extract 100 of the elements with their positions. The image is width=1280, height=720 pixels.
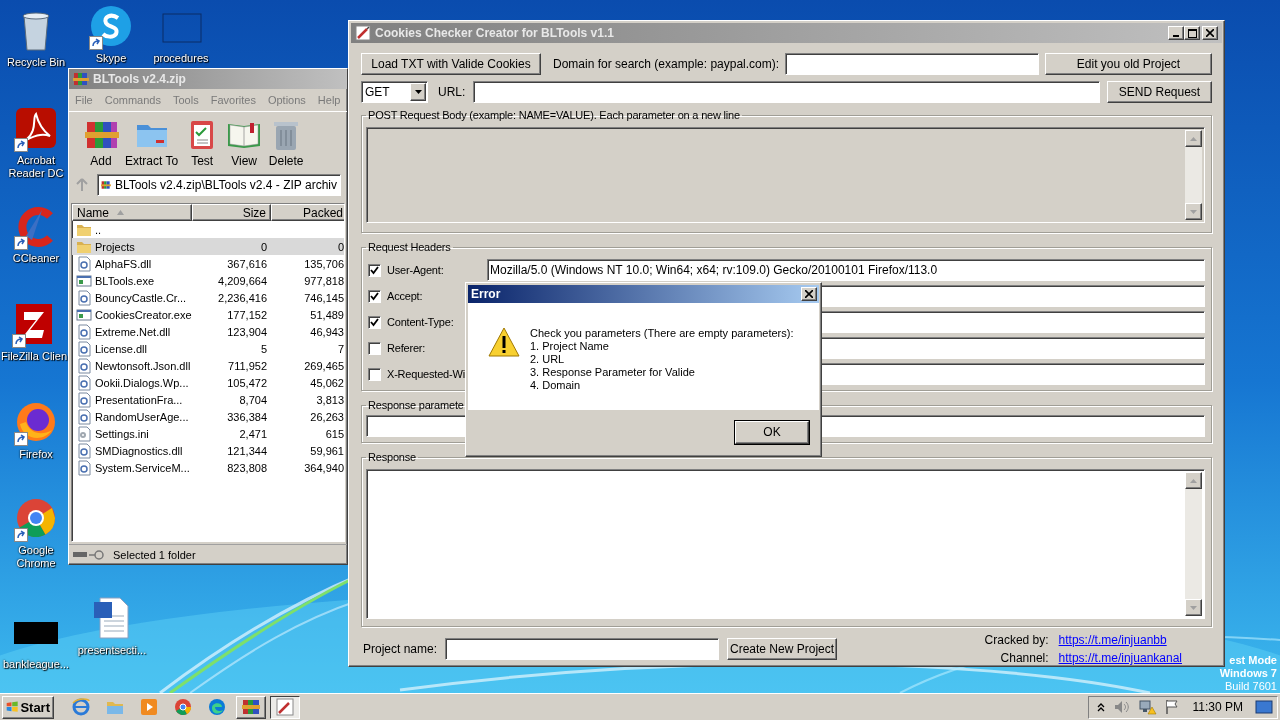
column-header[interactable]: Size — [192, 204, 271, 221]
domain-field[interactable] — [785, 53, 1039, 75]
error-message: Check you parameters (There are empty parameters): 1. Project Name 2. URL 3. Response Parameter for Valide 4. Domain — [530, 327, 794, 392]
packed-size: 364,940 — [303, 461, 344, 474]
library-file-icon — [76, 357, 92, 374]
clock: 11:30 PM — [1192, 700, 1243, 714]
url-field[interactable] — [473, 81, 1100, 103]
column-header[interactable]: Name — [72, 204, 192, 221]
credit-link[interactable]: https://t.me/injuanbb — [1058, 633, 1182, 647]
system-watermark-text: est Mode — [1229, 654, 1277, 667]
create-project-button[interactable]: Create New Project — [727, 638, 838, 660]
windows-flag-icon — [6, 699, 19, 715]
file-name: Extreme.Net.dll — [95, 325, 171, 338]
desktop-icon-label[interactable]: Skype — [95, 52, 127, 65]
close-button[interactable] — [1202, 26, 1218, 40]
browser-icon — [71, 697, 91, 717]
group-label: Response — [367, 451, 417, 463]
taskbar-button[interactable] — [270, 695, 300, 719]
network-warning-icon[interactable] — [1138, 699, 1157, 715]
send-button[interactable]: SEND Request — [1107, 81, 1212, 103]
file-row[interactable]: SMDiagnostics.dll 121,344 59,961 — [72, 442, 344, 459]
method-dropdown[interactable]: GET — [361, 81, 428, 103]
file-row[interactable]: AlphaFS.dll 367,616 135,706 — [72, 255, 344, 272]
packed-size: 45,062 — [309, 376, 344, 389]
file-row[interactable]: BLTools.exe 4,209,664 977,818 — [72, 272, 344, 289]
toolbar-button[interactable]: Extract To — [125, 116, 179, 168]
minimize-button[interactable] — [1168, 26, 1184, 40]
start-button[interactable]: Start — [2, 695, 54, 719]
checkbox[interactable] — [368, 263, 381, 277]
chevron-up-icon[interactable] — [1096, 702, 1105, 712]
desktop-icon-label[interactable]: FileZilla Clien — [1, 350, 67, 363]
desktop-icon-label[interactable]: CCleaner — [12, 252, 60, 265]
file-row[interactable]: PresentationFra... 8,704 3,813 — [72, 391, 344, 408]
toolbar-button[interactable]: Delete — [268, 116, 305, 168]
file-row[interactable]: Newtonsoft.Json.dll 711,952 269,465 — [72, 357, 344, 374]
group-label: POST Request Body (example: NAME=VALUE). Each parameter on a new line — [367, 109, 741, 121]
header-value: Mozilla/5.0 (Windows NT 10.0; Win64; x64; rv:109.0) Gecko/20100101 Firefox/113.0 — [490, 263, 938, 277]
caret-icon — [414, 90, 422, 94]
library-file-icon — [76, 340, 92, 357]
desktop-icon-label[interactable]: Recycle Bin — [6, 56, 66, 69]
packed-size: 46,943 — [309, 325, 344, 338]
header-field[interactable]: Mozilla/5.0 (Windows NT 10.0; Win64; x64; rv:109.0) Gecko/20100101 Firefox/113.0 — [487, 259, 1205, 281]
close-icon — [1206, 29, 1214, 37]
packed-size: 746,145 — [303, 291, 344, 304]
credit-link[interactable]: https://t.me/injuankanal — [1058, 651, 1182, 665]
file-size: 123,904 — [226, 325, 268, 338]
file-row[interactable]: Ookii.Dialogs.Wp... 105,472 45,062 — [72, 374, 344, 391]
group-label: Response paramete — [367, 399, 465, 411]
file-row[interactable]: Projects 0 0 — [72, 238, 344, 255]
path-field[interactable]: BLTools v2.4.zip\BLTools v2.4 - ZIP archiv — [97, 174, 341, 196]
file-name: System.ServiceM... — [95, 461, 190, 474]
maximize-icon — [1187, 28, 1197, 38]
checkbox[interactable] — [368, 289, 381, 303]
file-row[interactable]: Extreme.Net.dll 123,904 46,943 — [72, 323, 344, 340]
maximize-button[interactable] — [1184, 26, 1200, 40]
dialog-title: Error — [471, 287, 501, 301]
checkbox[interactable] — [368, 341, 381, 355]
library-file-icon — [76, 289, 92, 306]
file-row[interactable]: CookiesCreator.exe 177,152 51,489 — [72, 306, 344, 323]
close-button[interactable] — [801, 287, 817, 301]
file-size: 105,472 — [226, 376, 268, 389]
checkbox[interactable] — [368, 367, 381, 381]
browser-icon — [207, 697, 227, 717]
file-row[interactable]: RandomUserAge... 336,384 26,263 — [72, 408, 344, 425]
project-name-field[interactable] — [445, 638, 720, 660]
drive-key-icon — [73, 548, 107, 561]
pen-app-icon — [275, 697, 295, 717]
archive-app-icon — [73, 71, 89, 87]
file-row[interactable]: .. — [72, 221, 344, 238]
file-name: SMDiagnostics.dll — [95, 444, 183, 457]
file-name: Newtonsoft.Json.dll — [95, 359, 191, 372]
edit-project-button[interactable]: Edit you old Project — [1045, 53, 1212, 75]
checkbox[interactable] — [368, 315, 381, 329]
pen-app-icon — [355, 25, 371, 41]
file-row[interactable]: System.ServiceM... 823,808 364,940 — [72, 459, 344, 476]
file-size: 0 — [259, 240, 268, 253]
desktop-icon-label[interactable]: Acrobat Reader DC — [2, 154, 70, 180]
desktop-icon-label[interactable]: Firefox — [19, 448, 53, 461]
file-row[interactable]: Settings.ini 2,471 615 — [72, 425, 344, 442]
credit-label: Cracked by: — [984, 633, 1049, 647]
file-row[interactable]: BouncyCastle.Cr... 2,236,416 746,145 — [72, 289, 344, 306]
desktop-icon-label[interactable]: procedures — [153, 52, 209, 65]
ok-button[interactable]: OK — [735, 420, 809, 444]
file-size: 711,952 — [227, 359, 268, 372]
show-desktop-icon[interactable] — [1255, 699, 1273, 715]
toolbar-button[interactable]: Add — [83, 116, 119, 168]
library-file-icon — [76, 374, 92, 391]
load-button[interactable]: Load TXT with Valide Cookies — [361, 53, 541, 75]
file-size: 8,704 — [238, 393, 268, 406]
toolbar-button[interactable]: View — [226, 116, 263, 168]
response-field[interactable] — [366, 469, 1205, 619]
file-name: License.dll — [95, 342, 147, 355]
packed-size: 135,706 — [303, 257, 344, 270]
packed-size: 7 — [336, 342, 344, 355]
file-row[interactable]: License.dll 5 7 — [72, 340, 344, 357]
library-file-icon — [76, 459, 92, 476]
toolbar-button[interactable]: Test — [184, 116, 221, 168]
column-header[interactable]: Packed — [271, 204, 344, 221]
flag-icon[interactable] — [1164, 699, 1179, 715]
header-label: X-Requested-Wi — [387, 368, 466, 380]
